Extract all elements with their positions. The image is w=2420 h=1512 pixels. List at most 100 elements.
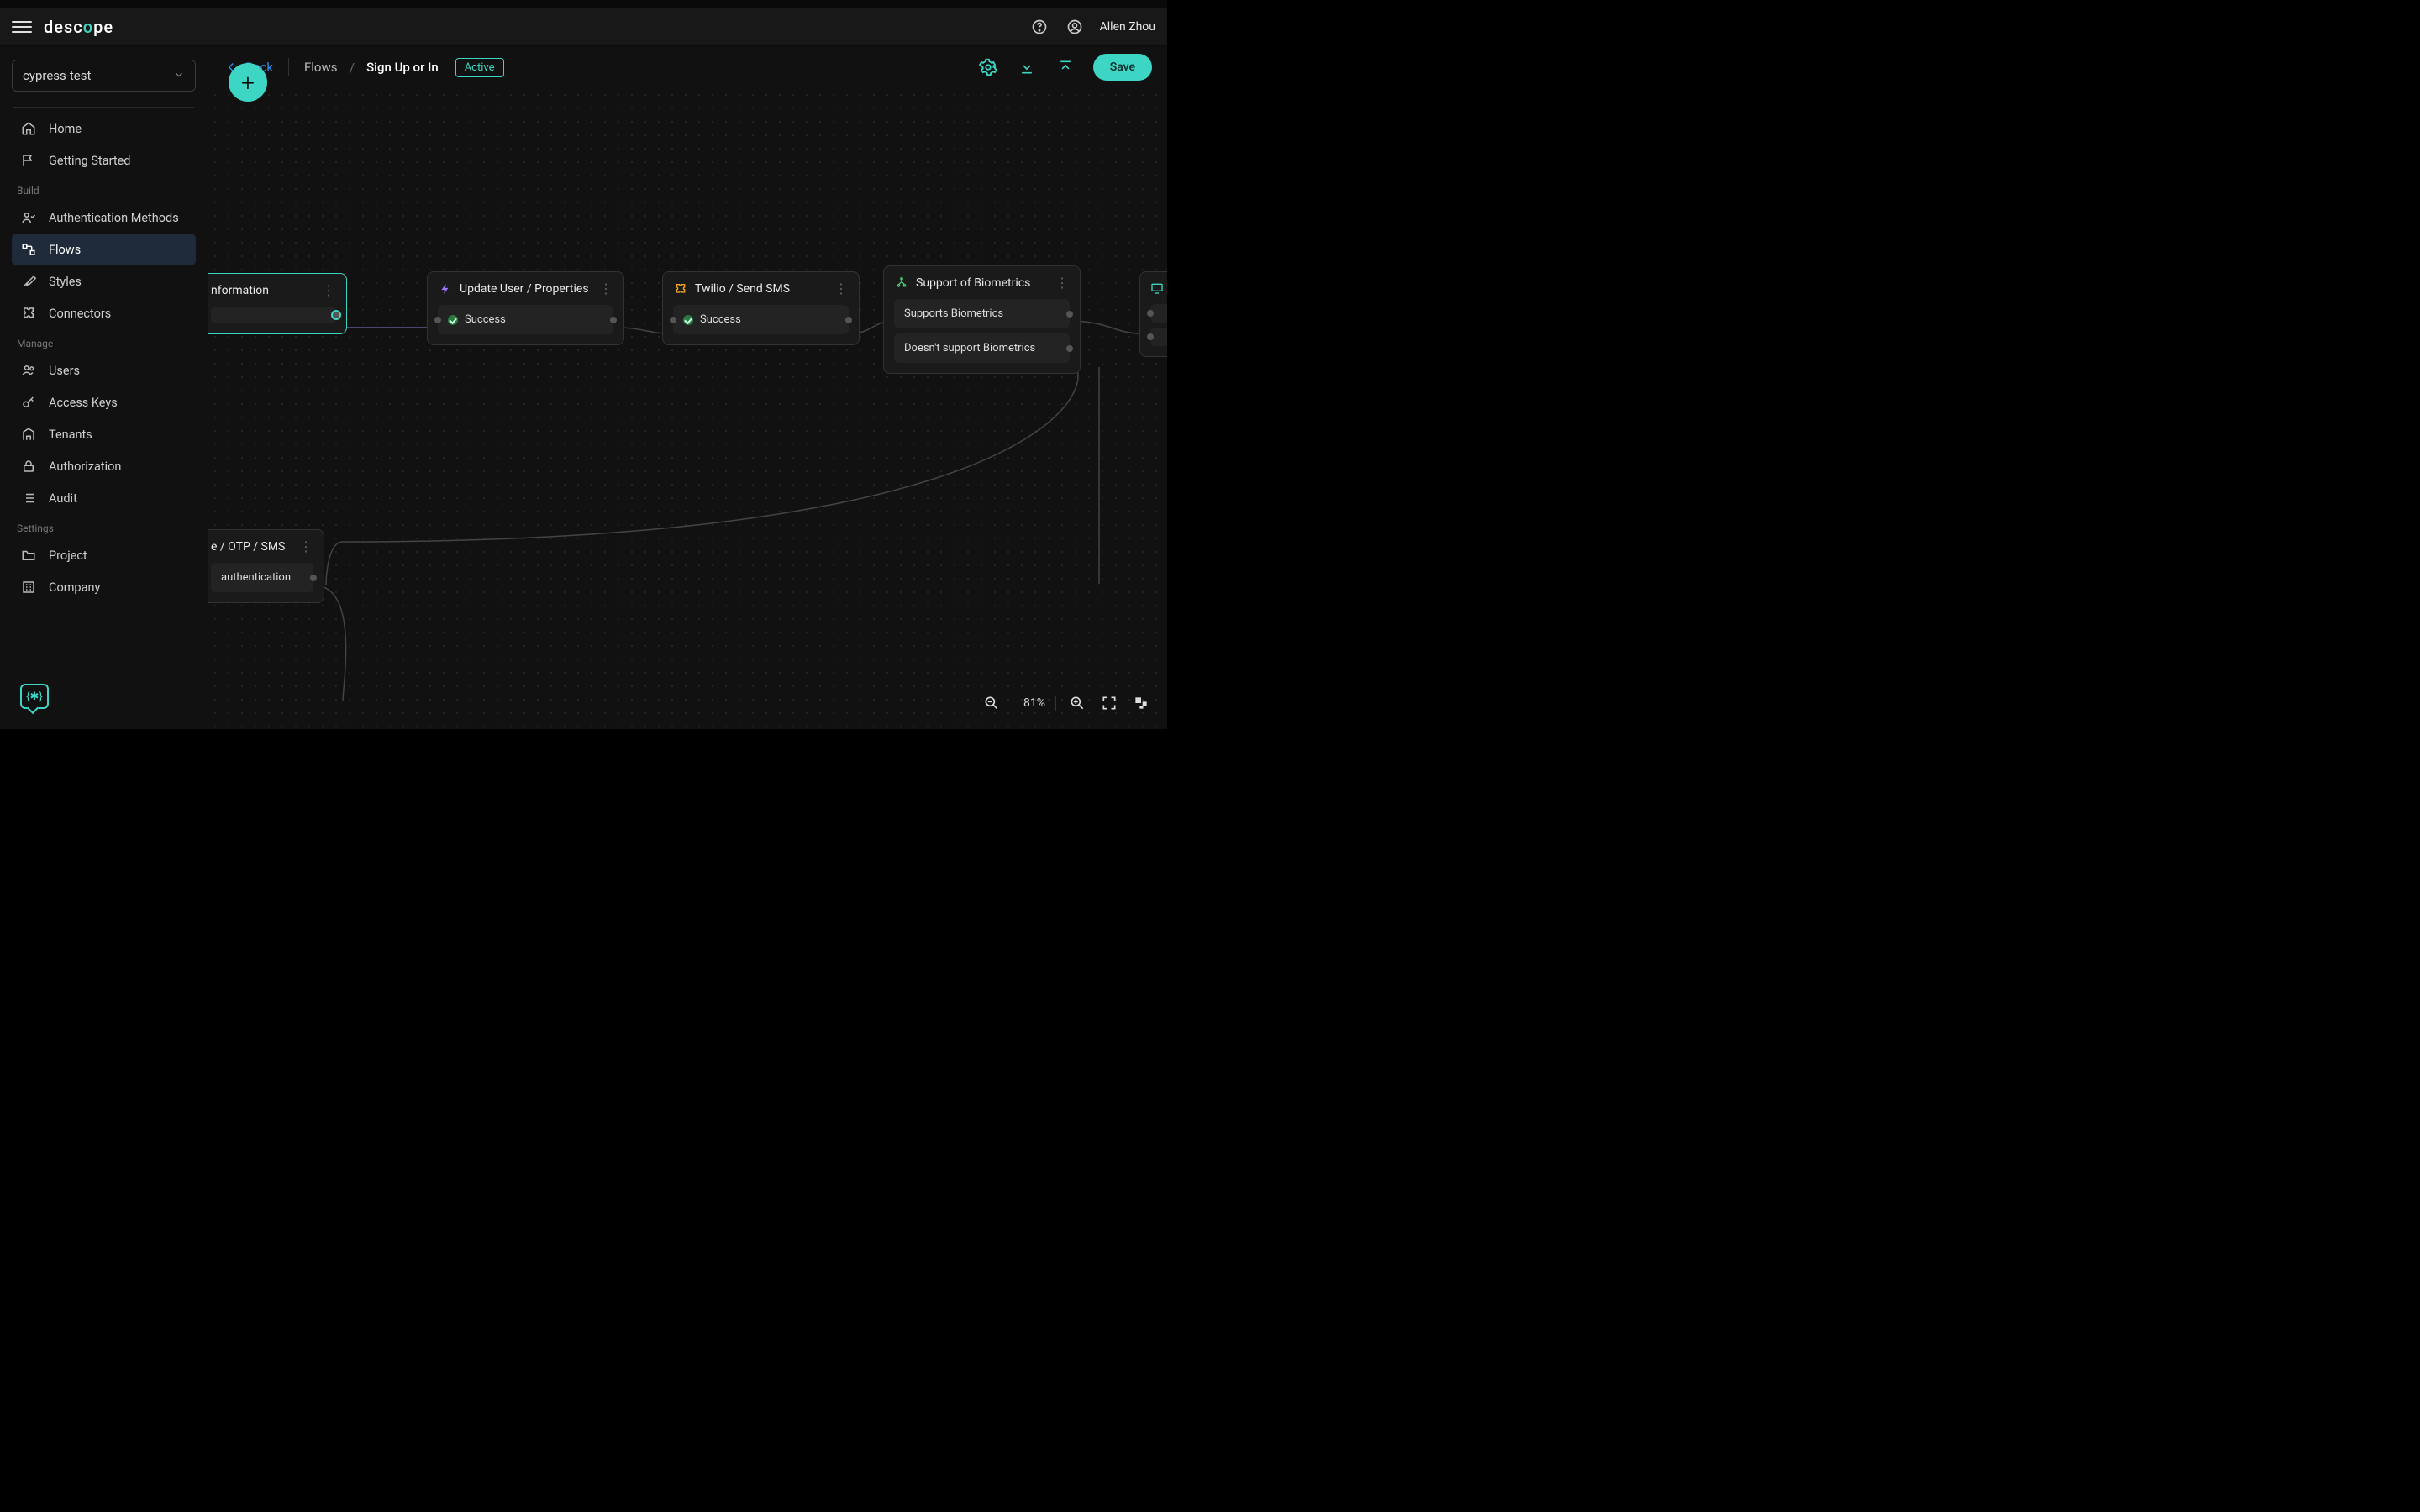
building-icon <box>20 426 37 443</box>
port-icon[interactable] <box>670 317 676 323</box>
port-icon[interactable] <box>1147 333 1154 340</box>
sidebar-item-authorization[interactable]: Authorization <box>12 450 196 482</box>
puzzle-icon <box>20 305 37 322</box>
company-icon <box>20 579 37 596</box>
node-title: nformation <box>211 284 269 297</box>
sidebar-item-label: Company <box>49 580 100 595</box>
bolt-icon <box>438 281 453 297</box>
port-icon[interactable] <box>1066 345 1073 352</box>
node-output[interactable]: Success <box>673 305 849 334</box>
node-menu-icon[interactable]: ⋮ <box>1055 275 1070 291</box>
node-output[interactable]: Success <box>438 305 613 334</box>
port-icon[interactable] <box>1147 310 1154 317</box>
add-node-button[interactable]: + <box>229 63 267 102</box>
sidebar-group-label: Build <box>12 176 196 202</box>
list-icon <box>20 490 37 507</box>
node-output[interactable]: Supports Biometrics <box>894 299 1070 328</box>
breadcrumb-flows[interactable]: Flows <box>304 60 338 75</box>
port-icon[interactable] <box>1066 311 1073 318</box>
sidebar-item-home[interactable]: Home <box>12 113 196 144</box>
sidebar-group-label: Settings <box>12 514 196 539</box>
sidebar-item-label: Styles <box>49 275 82 289</box>
node-output[interactable]: Doesn't support Biometrics <box>894 333 1070 363</box>
flow-node-update-user[interactable]: Update User / Properties ⋮ Success <box>427 271 624 345</box>
sidebar-item-company[interactable]: Company <box>12 571 196 603</box>
sidebar-group-label: Manage <box>12 329 196 354</box>
sidebar-item-access-keys[interactable]: Access Keys <box>12 386 196 418</box>
download-icon[interactable] <box>1016 56 1038 78</box>
user-avatar-icon[interactable] <box>1065 17 1085 37</box>
port-icon[interactable] <box>310 575 317 581</box>
flow-node-right-clipped[interactable]: N <box>1139 271 1167 357</box>
node-output[interactable] <box>1150 304 1167 323</box>
help-icon[interactable] <box>1029 17 1050 37</box>
project-name: cypress-test <box>23 68 173 83</box>
node-title: Support of Biometrics <box>916 276 1030 290</box>
sidebar-item-connectors[interactable]: Connectors <box>12 297 196 329</box>
sidebar-item-label: Project <box>49 549 87 563</box>
layout-icon[interactable] <box>1130 692 1152 714</box>
success-icon <box>448 315 458 325</box>
sidebar-item-project[interactable]: Project <box>12 539 196 571</box>
status-badge: Active <box>455 58 504 77</box>
sidebar-item-users[interactable]: Users <box>12 354 196 386</box>
flow-node-twilio-sms[interactable]: Twilio / Send SMS ⋮ Success <box>662 271 860 345</box>
node-output[interactable] <box>1150 328 1167 346</box>
node-menu-icon[interactable]: ⋮ <box>322 282 336 298</box>
breadcrumb-current: Sign Up or In <box>366 60 439 75</box>
upload-icon[interactable] <box>1055 56 1076 78</box>
sidebar-item-label: Authorization <box>49 459 121 474</box>
sidebar-item-styles[interactable]: Styles <box>12 265 196 297</box>
fit-screen-icon[interactable] <box>1098 692 1120 714</box>
node-title: e / OTP / SMS <box>211 540 285 554</box>
canvas-grid[interactable] <box>208 88 1167 729</box>
port-icon[interactable] <box>434 317 441 323</box>
sidebar-item-label: Getting Started <box>49 154 130 168</box>
sidebar-item-audit[interactable]: Audit <box>12 482 196 514</box>
sidebar-item-label: Audit <box>49 491 77 506</box>
flow-canvas: Back Flows / Sign Up or In Active Save <box>208 46 1167 729</box>
zoom-controls: 81% <box>981 692 1152 714</box>
canvas-toolbar: Back Flows / Sign Up or In Active Save <box>208 46 1167 88</box>
lock-icon <box>20 458 37 475</box>
menu-icon[interactable] <box>12 17 32 37</box>
brush-icon <box>20 273 37 290</box>
puzzle-icon <box>673 281 688 297</box>
node-menu-icon[interactable]: ⋮ <box>834 281 849 297</box>
user-name[interactable]: Allen Zhou <box>1100 20 1155 34</box>
sidebar-item-label: Connectors <box>49 307 111 321</box>
flow-node-information[interactable]: nformation ⋮ <box>208 273 347 334</box>
sidebar-item-flows[interactable]: Flows <box>12 234 196 265</box>
key-icon <box>20 394 37 411</box>
person-check-icon <box>20 209 37 226</box>
port-icon[interactable] <box>845 317 852 323</box>
node-output[interactable] <box>211 307 336 323</box>
app-bar: descope Allen Zhou <box>0 8 1167 46</box>
sidebar-item-auth-methods[interactable]: Authentication Methods <box>12 202 196 234</box>
zoom-in-icon[interactable] <box>1066 692 1088 714</box>
port-icon[interactable] <box>333 312 339 318</box>
zoom-level: 81% <box>1023 696 1045 710</box>
project-select[interactable]: cypress-test <box>12 60 196 92</box>
chat-widget[interactable]: {✱} <box>20 684 49 709</box>
breadcrumb-separator: / <box>349 60 355 76</box>
logo: descope <box>44 17 113 37</box>
zoom-out-icon[interactable] <box>981 692 1002 714</box>
sidebar-item-tenants[interactable]: Tenants <box>12 418 196 450</box>
home-icon <box>20 120 37 137</box>
flow-node-biometrics[interactable]: Support of Biometrics ⋮ Supports Biometr… <box>883 265 1081 374</box>
settings-icon[interactable] <box>977 56 999 78</box>
port-icon[interactable] <box>610 317 617 323</box>
sidebar-item-label: Access Keys <box>49 396 118 410</box>
sidebar: cypress-test Home Getting Started Build … <box>0 46 208 729</box>
node-menu-icon[interactable]: ⋮ <box>299 538 313 554</box>
sidebar-item-getting-started[interactable]: Getting Started <box>12 144 196 176</box>
screen-icon <box>1150 281 1164 296</box>
save-button[interactable]: Save <box>1093 54 1152 81</box>
success-icon <box>683 315 693 325</box>
folder-icon <box>20 547 37 564</box>
node-menu-icon[interactable]: ⋮ <box>599 281 613 297</box>
chevron-down-icon <box>173 68 185 84</box>
node-output[interactable]: authentication <box>211 563 313 592</box>
flow-node-otp-sms[interactable]: e / OTP / SMS ⋮ authentication <box>208 529 324 603</box>
